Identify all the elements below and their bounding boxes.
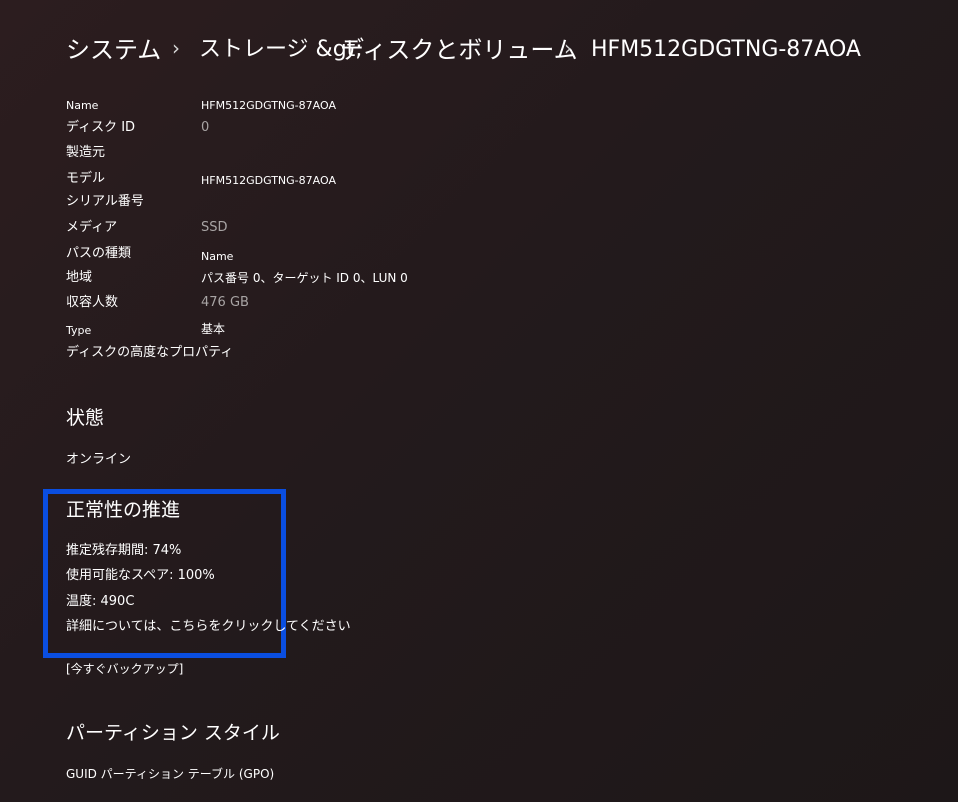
health-details-link[interactable]: 詳細については、こちらをクリックしてください	[66, 617, 351, 637]
page-title: HFM512GDGTNG-87AOA	[591, 37, 861, 62]
property-value: SSD	[201, 220, 228, 235]
advanced-disk-properties-link[interactable]: ディスクの高度なプロパティ	[66, 343, 233, 363]
property-value: HFM512GDGTNG-87AOA	[201, 174, 336, 187]
health-available-spare: 使用可能なスペア: 100%	[66, 568, 215, 583]
property-label: Type	[66, 324, 92, 337]
property-value: HFM512GDGTNG-87AOA	[201, 99, 336, 112]
health-temperature: 温度: 490C	[66, 594, 135, 609]
status-value: オンライン	[66, 452, 132, 467]
health-heading: 正常性の推進	[66, 499, 181, 521]
property-value: パス番号 0、ターゲット ID 0、LUN 0	[201, 271, 408, 285]
chevron-right-icon: ›	[564, 36, 572, 60]
backup-now-link[interactable]: [今すぐバックアップ]	[66, 659, 183, 679]
property-value: 0	[201, 120, 210, 135]
property-value: 基本	[201, 322, 226, 336]
chevron-right-icon: ›	[172, 36, 180, 60]
partition-style-value: GUID パーティション テーブル (GPO)	[66, 767, 275, 781]
property-label: ディスク ID	[66, 120, 136, 135]
property-label: シリアル番号	[66, 194, 144, 209]
property-label: パスの種類	[66, 246, 132, 261]
property-label: メディア	[66, 220, 118, 235]
breadcrumb-item-system[interactable]: システム	[66, 30, 161, 70]
partition-style-heading: パーティション スタイル	[66, 722, 280, 744]
status-heading: 状態	[66, 407, 105, 429]
property-label: 製造元	[66, 145, 106, 160]
property-value: 476 GB	[201, 295, 249, 310]
property-value: Name	[201, 250, 234, 263]
property-label: モデル	[66, 171, 106, 186]
health-remaining-life: 推定残存期間: 74%	[66, 543, 182, 558]
property-label: 収容人数	[66, 295, 119, 310]
breadcrumb-item-disks-volumes[interactable]: ディスクとボリューム	[340, 30, 578, 70]
property-label: Name	[66, 99, 99, 112]
property-label: 地域	[66, 270, 93, 285]
breadcrumb-item-storage[interactable]: ストレージ &gt;	[199, 30, 363, 70]
